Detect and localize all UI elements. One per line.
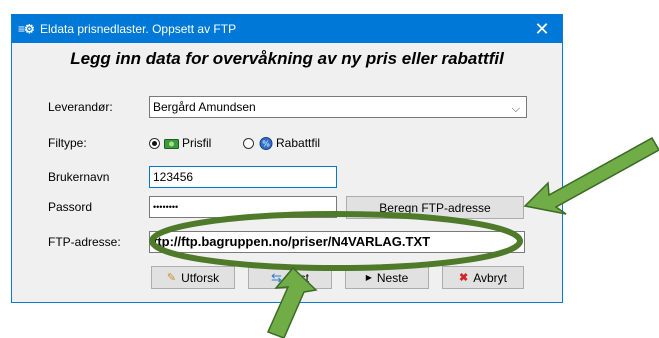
- utforsk-button[interactable]: ✎ Utforsk: [151, 266, 235, 289]
- percent-icon: %: [259, 136, 273, 150]
- chevron-down-icon: ⌵: [511, 103, 520, 115]
- dialog-window: ≡⚙ Eldata prisnedlaster. Oppsett av FTP …: [11, 14, 563, 303]
- leverandor-label: Leverandør:: [48, 100, 113, 114]
- radio-prisfil[interactable]: Prisfil: [149, 136, 211, 150]
- avbryt-label: Avbryt: [473, 270, 507, 285]
- radio-rabattfil-circle[interactable]: [243, 137, 254, 149]
- red-x-icon: ✖: [458, 272, 469, 284]
- radio-rabattfil-label: Rabattfil: [276, 136, 321, 150]
- title-bar[interactable]: ≡⚙ Eldata prisnedlaster. Oppsett av FTP …: [12, 15, 562, 43]
- window-title: Eldata prisnedlaster. Oppsett av FTP: [40, 22, 237, 36]
- utforsk-label: Utforsk: [181, 270, 220, 285]
- test-label: Test: [286, 270, 309, 285]
- passord-input[interactable]: ••••••••: [149, 196, 337, 218]
- ftp-adresse-input[interactable]: ftp://ftp.bagruppen.no/priser/N4VARLAG.T…: [149, 231, 525, 253]
- test-button[interactable]: ⇆ Test: [248, 266, 332, 289]
- money-icon: [164, 138, 179, 149]
- avbryt-button[interactable]: ✖ Avbryt: [442, 266, 524, 289]
- neste-button[interactable]: ▶ Neste: [345, 266, 429, 289]
- close-button[interactable]: ✕: [522, 15, 562, 43]
- brukernavn-label: Brukernavn: [48, 170, 110, 184]
- brukernavn-input[interactable]: 123456: [149, 166, 337, 188]
- beregn-ftp-button[interactable]: Beregn FTP-adresse: [346, 196, 524, 219]
- page-heading: Legg inn data for overvåkning av ny pris…: [70, 49, 504, 68]
- leverandor-dropdown[interactable]: Bergård Amundsen ⌵: [149, 96, 527, 118]
- refresh-arrows-icon: ⇆: [271, 269, 282, 285]
- leverandor-value: Bergård Amundsen: [153, 100, 256, 114]
- pencil-icon: ✎: [166, 272, 177, 284]
- play-arrow-icon: ▶: [365, 273, 372, 282]
- neste-label: Neste: [376, 270, 409, 285]
- radio-prisfil-circle[interactable]: [149, 137, 160, 149]
- beregn-ftp-label: Beregn FTP-adresse: [379, 200, 491, 215]
- svg-text:%: %: [262, 139, 270, 148]
- radio-rabattfil[interactable]: % Rabattfil: [243, 136, 320, 150]
- app-icon: ≡⚙: [18, 22, 35, 36]
- radio-prisfil-label: Prisfil: [182, 136, 212, 150]
- ftp-adresse-label: FTP-adresse:: [48, 235, 121, 249]
- passord-label: Passord: [48, 200, 93, 214]
- filtype-label: Filtype:: [48, 136, 87, 150]
